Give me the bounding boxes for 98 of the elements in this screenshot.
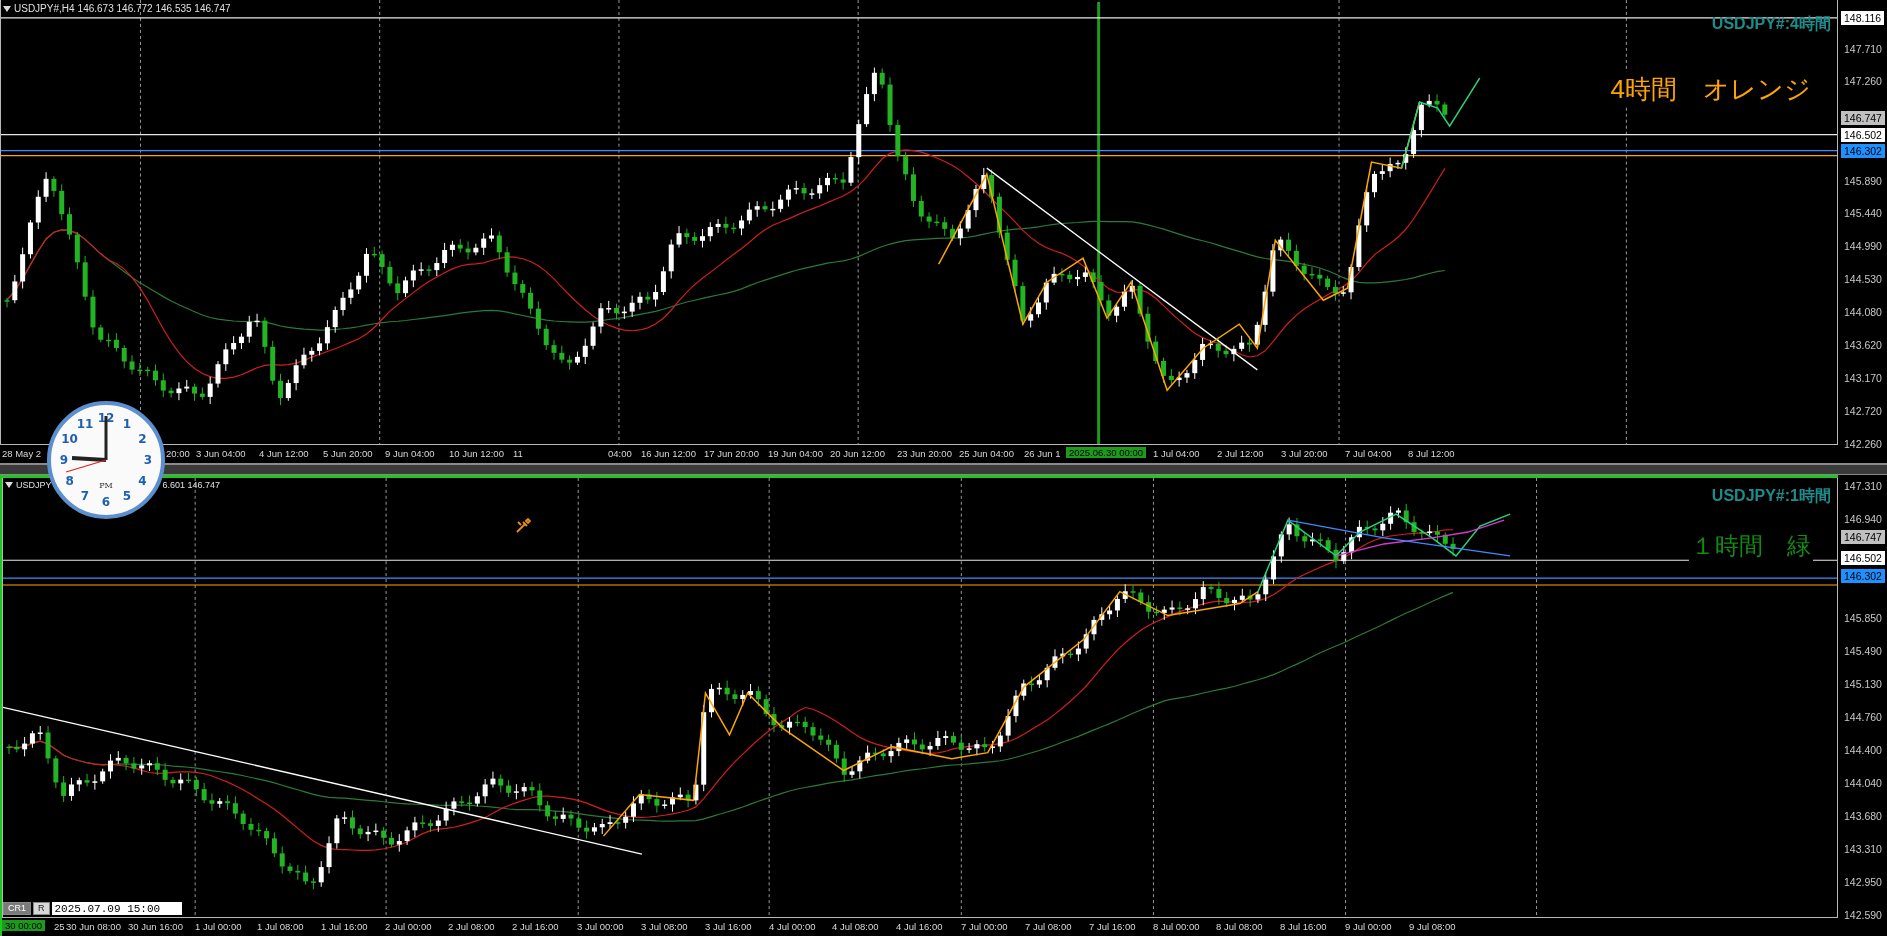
time-label: 7 Jul 04:00 [1345, 448, 1392, 459]
date-field[interactable]: 2025.07.09 15:00 [51, 902, 182, 915]
toolbar-button[interactable]: R [33, 902, 50, 915]
price-label: 146.502 [1841, 551, 1885, 565]
time-label: 9 Jul 00:00 [1345, 921, 1392, 932]
price-label: 142.720 [1843, 404, 1883, 418]
time-label: 04:00 [608, 448, 632, 459]
time-label: 3 Jul 08:00 [641, 921, 688, 932]
time-label: 2 Jul 00:00 [385, 921, 432, 932]
price-label: 142.950 [1843, 875, 1883, 889]
time-label: 1 Jul 08:00 [257, 921, 304, 932]
price-label: 142.260 [1843, 437, 1883, 451]
time-label: 4 Jul 08:00 [832, 921, 879, 932]
clock-numeral: 5 [122, 489, 132, 504]
time-label: 3 Jul 20:00 [1281, 448, 1328, 459]
price-label: 146.940 [1843, 512, 1883, 526]
time-label: 8 Jul 08:00 [1216, 921, 1263, 932]
time-label: 2 Jul 16:00 [512, 921, 559, 932]
time-label: 2 Jul 12:00 [1217, 448, 1264, 459]
price-label: 146.747 [1841, 111, 1885, 125]
time-label: 3 Jul 16:00 [705, 921, 752, 932]
price-label: 143.170 [1843, 371, 1883, 385]
price-label: 144.400 [1843, 743, 1883, 757]
price-label: 142.590 [1843, 908, 1883, 922]
time-label: 16 Jun 12:00 [641, 448, 696, 459]
clock-numeral: 6 [101, 495, 111, 509]
price-label: 143.620 [1843, 338, 1883, 352]
time-label: 4 Jun 12:00 [259, 448, 309, 459]
price-label: 145.440 [1843, 206, 1883, 220]
price-label: 147.310 [1843, 479, 1883, 493]
time-label: 19 Jun 04:00 [768, 448, 823, 459]
price-label: 148.116 [1841, 11, 1885, 25]
clock-numeral: 7 [80, 489, 90, 504]
clock-numeral: 12 [97, 411, 115, 425]
price-label: 146.302 [1841, 569, 1885, 583]
time-label: 7 Jul 16:00 [1089, 921, 1136, 932]
clock-numeral: 1 [122, 416, 132, 431]
time-label: 9 Jul 08:00 [1409, 921, 1456, 932]
time-label: 3 Jul 00:00 [577, 921, 624, 932]
price-label: 145.130 [1843, 677, 1883, 691]
clock-numeral: 10 [61, 432, 78, 446]
chart-symbol: USDJPY#,H4 [14, 3, 75, 14]
price-label: 143.680 [1843, 809, 1883, 823]
time-label: 17 Jun 20:00 [704, 448, 759, 459]
time-label: 25 [54, 921, 65, 932]
time-label: 1 Jul 00:00 [195, 921, 242, 932]
chart-quotes: 146.673 146.772 146.535 146.747 [77, 3, 231, 14]
chart-title: USDJPY#:4時間 [1711, 14, 1831, 34]
cursor-time-label: 30 00:00 [2, 920, 45, 931]
time-label: 7 Jul 08:00 [1025, 921, 1072, 932]
time-label: 4 Jul 00:00 [769, 921, 816, 932]
toolbar-button[interactable]: CR1 [3, 902, 31, 915]
time-label: 20 Jun 12:00 [830, 448, 885, 459]
time-label: 30 Jun 08:00 [66, 921, 121, 932]
cursor-time-label: 2025.06.30 00:00 [1066, 447, 1146, 458]
time-label: 8 Jul 00:00 [1153, 921, 1200, 932]
price-label: 144.080 [1843, 305, 1883, 319]
clock-numeral: 3 [143, 453, 153, 467]
time-label: 28 May 2 [2, 448, 42, 459]
price-label: 144.040 [1843, 776, 1883, 790]
time-label: 30 Jun 16:00 [128, 921, 183, 932]
price-label: 146.502 [1841, 128, 1885, 142]
chart-symbol: USDJPY [16, 480, 52, 490]
time-label: 1 Jul 16:00 [321, 921, 368, 932]
price-label: 144.760 [1843, 710, 1883, 724]
chart-title: USDJPY#:1時間 [1711, 486, 1831, 506]
price-label: 145.890 [1843, 174, 1883, 188]
time-label: 5 Jun 20:00 [323, 448, 373, 459]
price-label: 145.850 [1843, 611, 1883, 625]
time-label: 11 [513, 448, 523, 459]
time-label: 8 Jul 12:00 [1408, 448, 1455, 459]
price-label: 145.490 [1843, 644, 1883, 658]
clock-numeral: 11 [76, 416, 94, 431]
time-label: 4 Jul 16:00 [896, 921, 943, 932]
clock-numeral: 9 [59, 453, 69, 467]
time-label: 1 Jul 04:00 [1153, 448, 1200, 459]
price-label: 144.530 [1843, 272, 1883, 286]
price-label: 147.710 [1843, 42, 1883, 56]
clock-period: PM [99, 481, 113, 490]
time-label: 23 Jun 20:00 [897, 448, 952, 459]
time-label: 20:00 [166, 448, 190, 459]
price-label: 147.260 [1843, 74, 1883, 88]
price-label: 144.990 [1843, 239, 1883, 253]
price-label: 143.310 [1843, 842, 1883, 856]
chart-quotes: 6.601 146.747 [162, 480, 221, 490]
clock-numeral: 8 [65, 474, 74, 488]
price-label: 146.302 [1841, 144, 1885, 158]
clock-numeral: 2 [138, 432, 147, 446]
price-label: 146.747 [1841, 530, 1885, 544]
time-label: 8 Jul 16:00 [1280, 921, 1327, 932]
time-label: 26 Jun 1 [1024, 448, 1061, 459]
time-label: 2 Jul 08:00 [448, 921, 495, 932]
time-label: 10 Jun 12:00 [449, 448, 504, 459]
time-label: 25 Jun 04:00 [959, 448, 1014, 459]
time-label: 9 Jun 04:00 [385, 448, 435, 459]
time-label: 7 Jul 00:00 [961, 921, 1008, 932]
time-label: 3 Jun 04:00 [196, 448, 246, 459]
clock-numeral: 4 [138, 474, 147, 488]
